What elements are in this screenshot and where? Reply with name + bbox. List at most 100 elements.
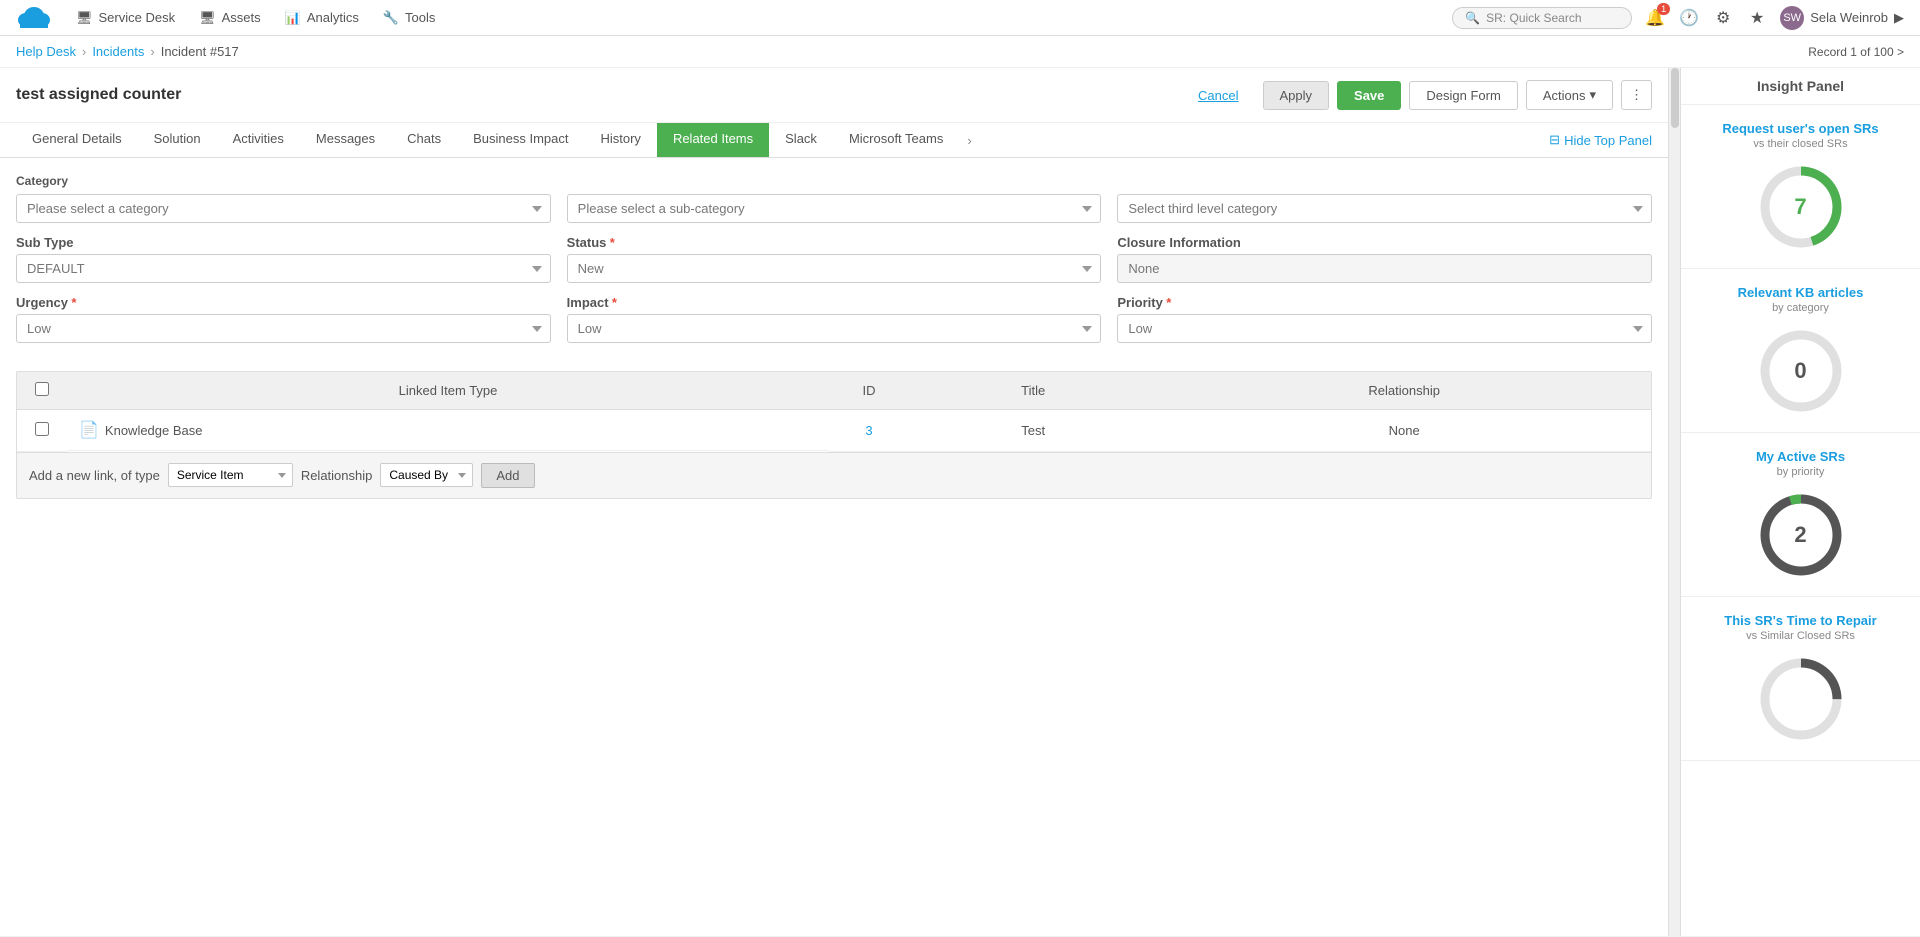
- subcategory-group: Please select a sub-category: [567, 194, 1102, 223]
- col-linked-item-type: Linked Item Type: [67, 372, 829, 410]
- insight-sublabel-kb-articles: by category: [1693, 302, 1908, 314]
- subtype-label: Sub Type: [16, 235, 551, 250]
- linked-item-relationship: None: [1157, 410, 1651, 452]
- closure-input[interactable]: [1117, 254, 1652, 283]
- insight-sublabel-active-srs: by priority: [1693, 466, 1908, 478]
- logo[interactable]: [16, 0, 52, 36]
- donut-chart-active-srs: 2: [1756, 490, 1846, 580]
- priority-label: Priority *: [1117, 295, 1652, 310]
- more-button[interactable]: ⋮: [1621, 80, 1652, 110]
- donut-value-kb-articles: 0: [1794, 358, 1806, 384]
- donut-active-srs: 2: [1693, 490, 1908, 580]
- hide-panel-icon: ⊟: [1549, 132, 1560, 148]
- tab-messages[interactable]: Messages: [300, 123, 391, 157]
- status-group: Status * New: [567, 235, 1102, 283]
- assets-icon: 🖥: [199, 10, 216, 26]
- notifications-button[interactable]: 🔔 1: [1644, 7, 1666, 29]
- tabs-more-icon[interactable]: ›: [963, 125, 975, 156]
- chevron-down-icon: ▾: [1589, 87, 1596, 103]
- third-level-select[interactable]: Select third level category: [1117, 194, 1652, 223]
- urgency-select[interactable]: Low: [16, 314, 551, 343]
- tab-solution[interactable]: Solution: [138, 123, 217, 157]
- tab-microsoft-teams[interactable]: Microsoft Teams: [833, 123, 959, 157]
- subcategory-select[interactable]: Please select a sub-category: [567, 194, 1102, 223]
- cloud-logo-icon: [16, 4, 52, 32]
- clock-button[interactable]: 🕐: [1678, 7, 1700, 29]
- kb-icon: 📄: [79, 420, 99, 440]
- impact-label: Impact *: [567, 295, 1102, 310]
- breadcrumb-help-desk[interactable]: Help Desk: [16, 44, 76, 59]
- urgency-label: Urgency *: [16, 295, 551, 310]
- third-level-group: Select third level category: [1117, 194, 1652, 223]
- notification-badge: 1: [1657, 3, 1670, 15]
- design-form-button[interactable]: Design Form: [1409, 81, 1517, 110]
- category-group: Please select a category: [16, 194, 551, 223]
- select-all-checkbox[interactable]: [35, 382, 49, 396]
- breadcrumb: Help Desk › Incidents › Incident #517 Re…: [0, 36, 1920, 68]
- nav-analytics[interactable]: 📊 Analytics: [285, 10, 359, 26]
- add-link-button[interactable]: Add: [481, 463, 534, 488]
- apply-button[interactable]: Apply: [1263, 81, 1330, 110]
- breadcrumb-sep-1: ›: [82, 44, 86, 59]
- donut-chart-kb-articles: 0: [1756, 326, 1846, 416]
- chevron-right-icon: ▶: [1894, 10, 1904, 26]
- title-actions: Cancel Apply Save Design Form Actions ▾ …: [1182, 80, 1652, 110]
- breadcrumb-sep-2: ›: [150, 44, 154, 59]
- linked-item-type: Knowledge Base: [105, 423, 203, 438]
- title-bar: test assigned counter Cancel Apply Save …: [0, 68, 1668, 123]
- settings-button[interactable]: ⚙: [1712, 7, 1734, 29]
- category-select[interactable]: Please select a category: [16, 194, 551, 223]
- add-link-type-select[interactable]: Service ItemKnowledge BaseIncident: [168, 463, 293, 487]
- donut-value-open-srs: 7: [1794, 194, 1806, 220]
- add-link-bar: Add a new link, of type Service ItemKnow…: [17, 452, 1651, 498]
- save-button[interactable]: Save: [1337, 81, 1401, 110]
- add-link-relationship-select[interactable]: Caused ByRelated ToDuplicate: [380, 463, 473, 487]
- status-select[interactable]: New: [567, 254, 1102, 283]
- star-button[interactable]: ★: [1746, 7, 1768, 29]
- table-row: 📄 Knowledge Base 3 Test None: [17, 410, 1651, 452]
- table-body: 📄 Knowledge Base 3 Test None: [17, 410, 1651, 452]
- status-label: Status *: [567, 235, 1102, 250]
- priority-select[interactable]: Low: [1117, 314, 1652, 343]
- tab-chats[interactable]: Chats: [391, 123, 457, 157]
- tab-related-items[interactable]: Related Items: [657, 123, 769, 157]
- left-panel: test assigned counter Cancel Apply Save …: [0, 68, 1668, 936]
- nav-assets[interactable]: 🖥 Assets: [199, 10, 261, 26]
- quick-search[interactable]: 🔍 SR: Quick Search: [1452, 7, 1632, 29]
- donut-time-repair: [1693, 654, 1908, 744]
- donut-open-srs: 7: [1693, 162, 1908, 252]
- row-checkbox[interactable]: [35, 422, 49, 436]
- actions-button[interactable]: Actions ▾: [1526, 80, 1613, 110]
- linked-item-id: 3: [829, 410, 909, 452]
- cancel-button[interactable]: Cancel: [1182, 82, 1254, 109]
- tab-general-details[interactable]: General Details: [16, 123, 138, 157]
- user-menu[interactable]: SW Sela Weinrob ▶: [1780, 6, 1904, 30]
- breadcrumb-incidents[interactable]: Incidents: [92, 44, 144, 59]
- page-title: test assigned counter: [16, 86, 1182, 104]
- monitor-icon: 🖥: [76, 10, 93, 26]
- tab-slack[interactable]: Slack: [769, 123, 833, 157]
- analytics-icon: 📊: [285, 10, 301, 26]
- subtype-select[interactable]: DEFAULT: [16, 254, 551, 283]
- category-row: Please select a category Please select a…: [16, 194, 1652, 223]
- subtype-group: Sub Type DEFAULT: [16, 235, 551, 283]
- table-header: Linked Item Type ID Title Relationship: [17, 372, 1651, 410]
- tab-activities[interactable]: Activities: [217, 123, 300, 157]
- search-icon: 🔍: [1465, 11, 1480, 25]
- nav-service-desk[interactable]: 🖥 Service Desk: [76, 10, 175, 26]
- insight-label-kb-articles: Relevant KB articles: [1693, 285, 1908, 300]
- priority-group: Priority * Low: [1117, 295, 1652, 343]
- closure-label: Closure Information: [1117, 235, 1652, 250]
- avatar: SW: [1780, 6, 1804, 30]
- col-checkbox: [17, 372, 67, 410]
- impact-select[interactable]: Low: [567, 314, 1102, 343]
- nav-tools[interactable]: 🔧 Tools: [383, 10, 436, 26]
- linked-item-title: Test: [909, 410, 1157, 452]
- hide-top-panel-button[interactable]: ⊟ Hide Top Panel: [1541, 126, 1660, 154]
- tab-business-impact[interactable]: Business Impact: [457, 123, 584, 157]
- tab-history[interactable]: History: [584, 123, 656, 157]
- main-scrollbar[interactable]: [1668, 68, 1680, 936]
- urgency-impact-row: Urgency * Low Impact * Low Priority * Lo…: [16, 295, 1652, 343]
- nav-items: 🖥 Service Desk 🖥 Assets 📊 Analytics 🔧 To…: [76, 10, 1428, 26]
- closure-group: Closure Information: [1117, 235, 1652, 283]
